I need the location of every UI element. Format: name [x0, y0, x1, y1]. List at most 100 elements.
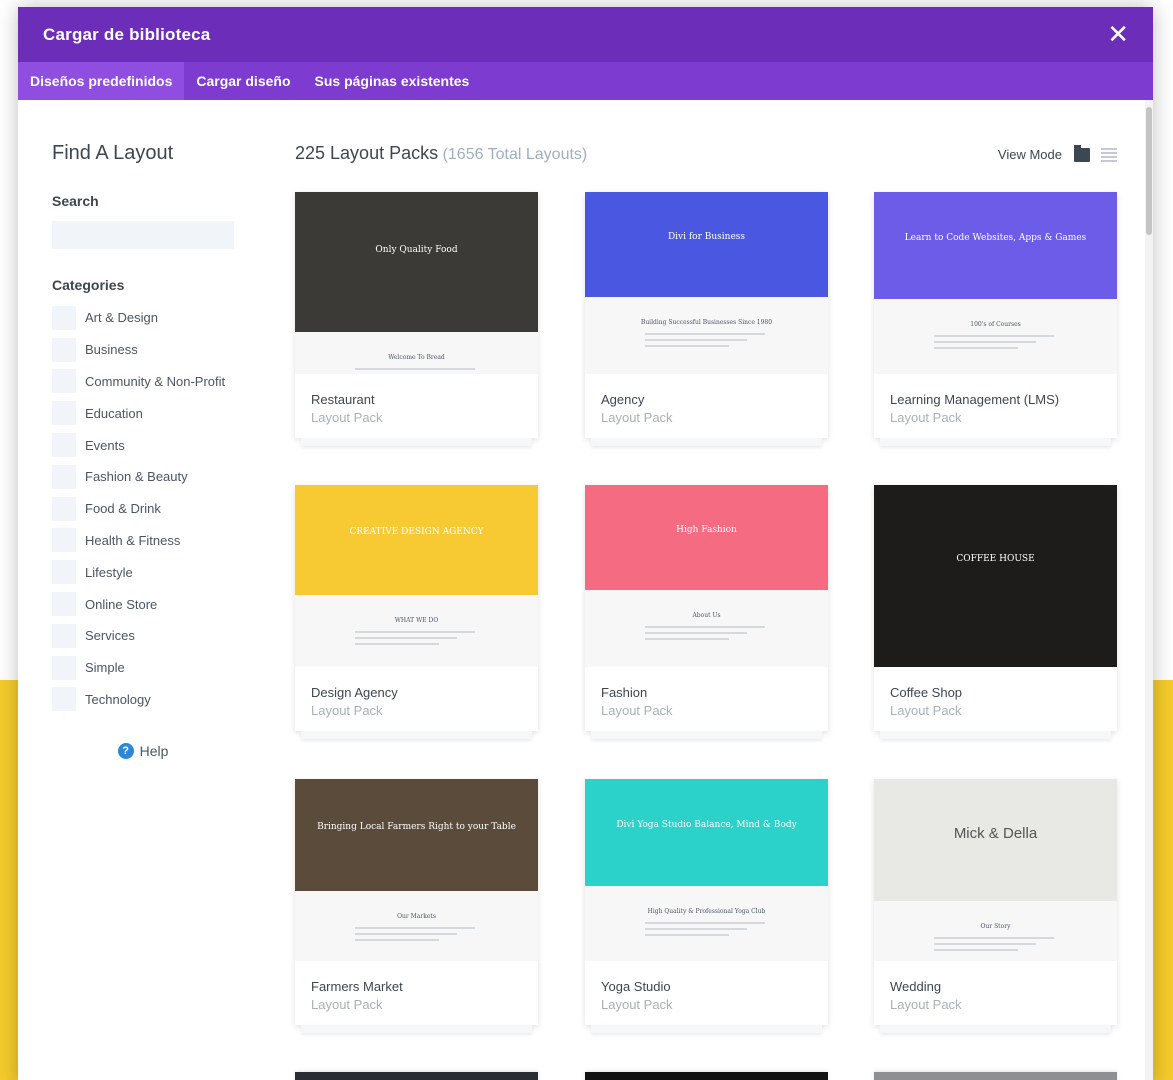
modal-title: Cargar de biblioteca [43, 24, 211, 44]
library-modal: Cargar de biblioteca ✕ Diseños predefini… [18, 7, 1153, 1080]
layout-pack-type: Layout Pack [601, 703, 673, 718]
modal-tabs: Diseños predefinidos Cargar diseño Sus p… [18, 62, 1153, 100]
category-item[interactable]: Business [52, 334, 242, 366]
thumbnail-hero [585, 192, 828, 297]
help-icon: ? [117, 743, 134, 760]
layout-thumbnail: Mick & Della Our Story [874, 779, 1117, 961]
thumbnail-hero [295, 485, 538, 595]
layout-pack-name: Farmers Market [311, 979, 403, 994]
category-checkbox[interactable] [52, 433, 76, 458]
category-checkbox[interactable] [52, 623, 76, 648]
modal-header: Cargar de biblioteca ✕ [18, 7, 1153, 62]
thumbnail-subtext: Building Successful Businesses Since 198… [640, 319, 773, 326]
scrollbar-thumb[interactable] [1146, 107, 1152, 235]
category-label: Food & Drink [85, 501, 161, 517]
category-label: Events [85, 437, 125, 453]
category-checkbox[interactable] [52, 401, 76, 426]
tab-load-layout[interactable]: Cargar diseño [184, 62, 302, 100]
layout-pack-name: Coffee Shop [890, 685, 963, 700]
tab-predefined-layouts[interactable]: Diseños predefinidos [18, 62, 185, 100]
layout-thumbnail: Only Quality Food Welcome To Bread [295, 192, 538, 374]
thumbnail-text-line [645, 632, 747, 634]
close-icon[interactable]: ✕ [1107, 22, 1129, 48]
category-label: Simple [85, 660, 125, 676]
layout-pack-card-peek[interactable] [295, 1072, 538, 1080]
category-label: Technology [85, 691, 151, 707]
category-item[interactable]: Fashion & Beauty [52, 461, 242, 493]
layout-pack-type: Layout Pack [890, 410, 962, 425]
thumbnail-text-line [645, 345, 729, 347]
thumbnail-text-line [934, 341, 1036, 343]
thumbnail-subtext: Our Markets [397, 913, 436, 920]
thumbnail-subtext: High Quality & Professional Yoga Club [647, 908, 766, 915]
category-checkbox[interactable] [52, 687, 76, 712]
sidebar-title: Find A Layout [52, 142, 174, 164]
scrollbar-track[interactable] [1145, 100, 1153, 1080]
grid-view-icon[interactable] [1074, 144, 1090, 162]
view-mode-label: View Mode [997, 147, 1062, 162]
layout-pack-card-peek[interactable] [874, 1072, 1117, 1080]
layout-pack-card[interactable]: Only Quality Food Welcome To Bread Restaur… [295, 192, 538, 446]
help-link[interactable]: ? Help [52, 743, 234, 760]
category-checkbox[interactable] [52, 528, 76, 553]
category-item[interactable]: Community & Non-Profit [52, 366, 242, 398]
layout-pack-type: Layout Pack [601, 997, 673, 1012]
layout-pack-card[interactable]: COFFEE HOUSE Coffee Shop Layout Pack [874, 485, 1117, 739]
layout-pack-name: Design Agency [311, 685, 398, 700]
layout-pack-name: Learning Management (LMS) [890, 392, 1060, 407]
category-checkbox[interactable] [52, 592, 76, 617]
category-item[interactable]: Events [52, 429, 242, 461]
layout-packs-header: 225 Layout Packs (1656 Total Layouts) Vi… [295, 143, 1117, 169]
category-item[interactable]: Lifestyle [52, 556, 242, 588]
thumbnail-subtext: About Us [692, 612, 721, 619]
tab-existing-pages[interactable]: Sus páginas existentes [303, 62, 482, 100]
category-item[interactable]: Education [52, 397, 242, 429]
layout-pack-name: Fashion [601, 685, 648, 700]
thumbnail-text-line [355, 637, 457, 639]
thumbnail-text-line [355, 927, 475, 929]
layout-pack-name: Restaurant [311, 392, 375, 407]
layout-pack-type: Layout Pack [890, 703, 962, 718]
layout-thumbnail: CREATIVE DESIGN AGENCY WHAT WE DO [295, 485, 538, 667]
thumbnail-caption: CREATIVE DESIGN AGENCY [349, 527, 484, 537]
layout-pack-card-peek[interactable] [585, 1072, 828, 1080]
layout-pack-card[interactable]: High Fashion About Us Fashion Layout Pack [585, 485, 828, 739]
page-logo [170, 0, 370, 6]
layout-pack-card[interactable]: Mick & Della Our Story Wedding Layout Pack [874, 779, 1117, 1033]
category-item[interactable]: Art & Design [52, 302, 242, 334]
thumbnail-hero [874, 485, 1117, 667]
layout-pack-card[interactable]: Bringing Local Farmers Right to your Tab… [295, 779, 538, 1033]
layout-pack-card[interactable]: Divi Yoga Studio Balance, Mind & Body Hig… [585, 779, 828, 1033]
layout-thumbnail: Learn to Code Websites, Apps & Games 100'… [874, 192, 1117, 374]
thumbnail-hero [585, 485, 828, 590]
thumbnail-hero [295, 779, 538, 891]
category-checkbox[interactable] [52, 369, 76, 394]
category-item[interactable]: Health & Fitness [52, 525, 242, 557]
category-checkbox[interactable] [52, 337, 76, 362]
category-checkbox[interactable] [52, 655, 76, 680]
layout-pack-card[interactable]: Learn to Code Websites, Apps & Games 100'… [874, 192, 1117, 446]
category-checkbox[interactable] [52, 305, 76, 330]
layout-pack-card[interactable]: CREATIVE DESIGN AGENCY WHAT WE DO Design A… [295, 485, 538, 739]
layout-pack-type: Layout Pack [311, 997, 383, 1012]
list-view-icon[interactable] [1101, 147, 1117, 162]
category-label: Art & Design [85, 310, 158, 326]
thumbnail-hero [874, 192, 1117, 299]
thumbnail-text-line [355, 643, 439, 645]
category-item[interactable]: Food & Drink [52, 493, 242, 525]
layout-pack-card[interactable]: Divi for Business Building Successful Bus… [585, 192, 828, 446]
category-label: Health & Fitness [85, 532, 181, 548]
category-item[interactable]: Online Store [52, 588, 242, 620]
layout-pack-type: Layout Pack [311, 703, 383, 718]
thumbnail-subtext: WHAT WE DO [394, 617, 439, 624]
thumbnail-text-line [645, 934, 729, 936]
category-checkbox[interactable] [52, 496, 76, 521]
category-item[interactable]: Technology [52, 684, 242, 716]
category-checkbox[interactable] [52, 464, 76, 489]
thumbnail-text-line [645, 928, 747, 930]
category-item[interactable]: Simple [52, 652, 242, 684]
search-input[interactable] [52, 221, 234, 249]
category-item[interactable]: Services [52, 620, 242, 652]
category-checkbox[interactable] [52, 560, 76, 585]
thumbnail-hero [295, 192, 538, 332]
